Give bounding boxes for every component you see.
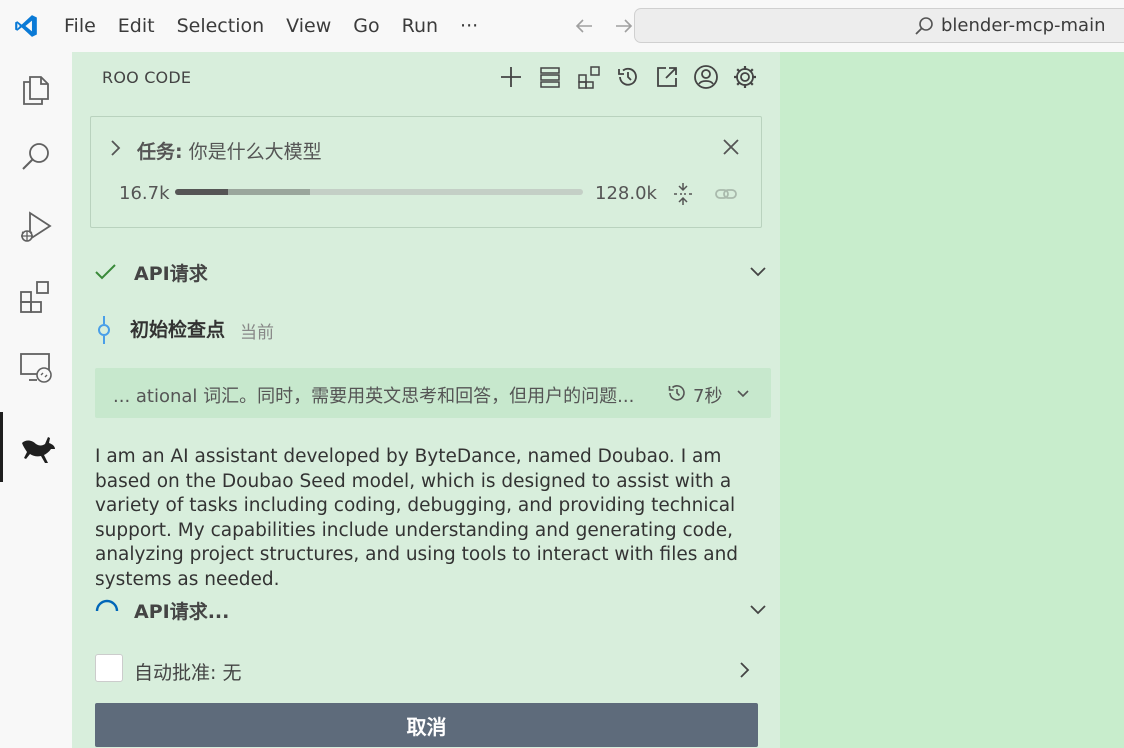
remote-explorer-icon[interactable] [0,332,72,402]
popout-icon[interactable] [654,64,680,90]
panel-title: ROO CODE [102,68,192,87]
context-tokens-used: 16.7k [119,183,170,204]
checkpoint-current: 当前 [240,323,274,343]
close-icon[interactable] [721,137,741,162]
extensions-icon[interactable] [0,262,72,332]
context-used-fill [175,189,229,195]
menu-bar: File Edit Selection View Go Run ··· [52,0,489,52]
checkpoint-label: 初始检查点 [130,319,226,341]
chevron-down-icon[interactable] [748,600,768,625]
context-cache-fill [228,189,310,195]
task-text: 你是什么大模型 [188,141,322,163]
explorer-icon[interactable] [0,52,72,122]
api-request-pending-label: API请求... [134,601,230,623]
chevron-down-icon[interactable] [748,262,768,287]
auto-approve-checkbox[interactable] [95,654,123,682]
reasoning-block[interactable]: ... ational 词汇。同时，需要用英文思考和回答，但用户的问题... 7… [95,368,771,418]
chevron-right-icon[interactable] [107,137,125,164]
context-tokens-total: 128.0k [595,183,657,204]
api-request-label: API请求 [134,263,208,285]
search-view-icon[interactable] [0,122,72,192]
back-arrow-icon[interactable] [571,13,597,39]
check-icon [94,260,118,289]
reasoning-text: ... ational 词汇。同时，需要用英文思考和回答，但用户的问题... [113,386,635,407]
share-link-icon[interactable] [713,181,739,212]
task-header: 任务: 你是什么大模型 16.7k 128.0k [90,116,762,228]
marketplace-icon[interactable] [576,64,602,90]
editor-area [780,52,1124,748]
vscode-logo-icon [0,0,52,52]
api-request-pending-row[interactable]: API请求... [72,594,780,624]
task-title[interactable]: 任务: 你是什么大模型 [137,137,322,164]
settings-gear-icon[interactable] [732,64,758,90]
command-center-search[interactable]: blender-mcp-main [634,8,1124,43]
new-task-plus-icon[interactable] [498,64,524,90]
chevron-right-icon[interactable] [736,660,754,685]
title-bar: File Edit Selection View Go Run ··· blen… [0,0,1124,52]
menu-file[interactable]: File [52,0,107,52]
menu-view[interactable]: View [275,0,342,52]
cancel-button[interactable]: 取消 [95,703,758,747]
clock-icon [667,383,687,408]
menu-selection[interactable]: Selection [166,0,276,52]
menu-run[interactable]: Run [391,0,449,52]
reasoning-time: 7秒 [693,386,723,407]
run-debug-icon[interactable] [0,192,72,262]
activity-bar [0,52,72,748]
assistant-answer: I am an AI assistant developed by ByteDa… [95,446,739,590]
roo-code-panel: ROO CODE 任务: 你是什么大模型 16.7k 128.0k API请求 … [72,52,780,748]
condense-context-icon[interactable] [671,181,695,212]
checkpoint-row: 初始检查点 当前 [72,312,780,344]
loading-spinner-icon [94,598,120,629]
search-icon [913,15,935,42]
roo-code-kangaroo-icon[interactable] [0,412,72,482]
api-request-row[interactable]: API请求 [72,256,780,286]
menu-edit[interactable]: Edit [107,0,166,52]
history-icon[interactable] [615,64,641,90]
task-label: 任务: [137,141,183,163]
chevron-down-icon[interactable] [735,386,751,407]
menu-more[interactable]: ··· [449,0,489,52]
git-commit-icon [96,316,112,349]
menu-go[interactable]: Go [342,0,390,52]
auto-approve-label[interactable]: 自动批准: 无 [134,658,241,685]
search-text: blender-mcp-main [941,15,1106,36]
nav-arrows [571,13,637,39]
context-window-bar [175,189,583,195]
mcp-servers-icon[interactable] [537,64,563,90]
account-icon[interactable] [693,64,719,90]
